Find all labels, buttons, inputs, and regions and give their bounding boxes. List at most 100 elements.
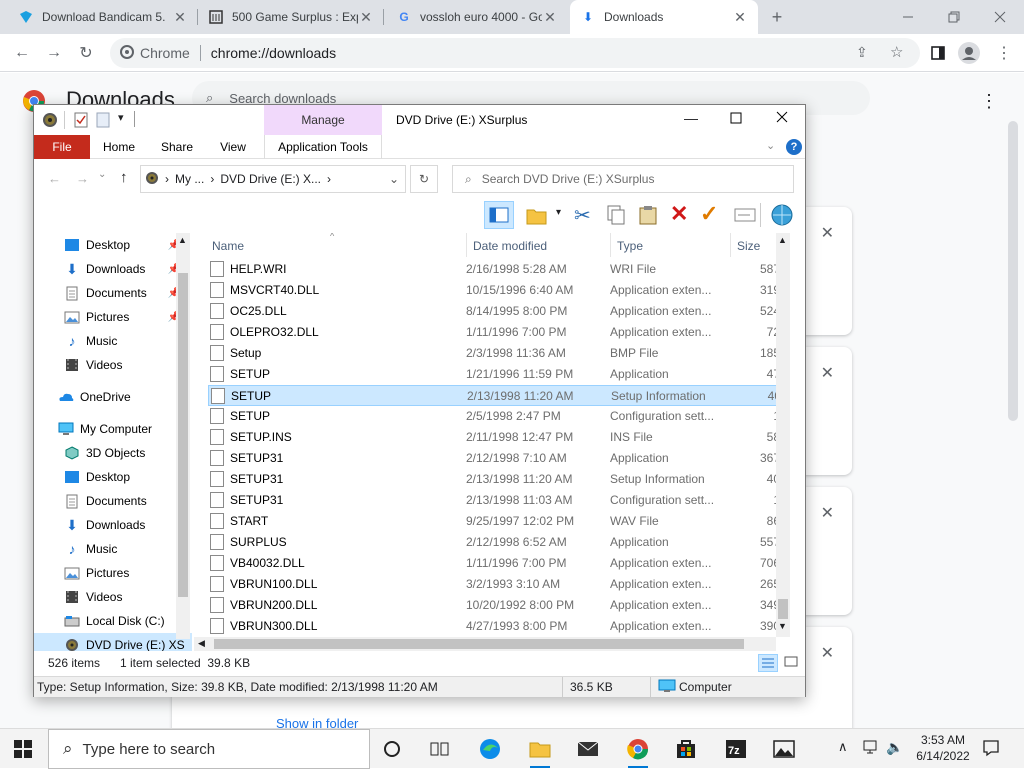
table-row[interactable]: MSVCRT40.DLL 10/15/1996 6:40 AM Applicatio… — [208, 280, 788, 301]
volume-icon[interactable]: 🔈 — [886, 739, 903, 756]
scroll-left-icon[interactable]: ◀ — [198, 638, 205, 649]
back-button[interactable]: ← — [8, 39, 36, 67]
notification-icon[interactable] — [982, 739, 1000, 760]
restore-button[interactable] — [931, 0, 977, 34]
nav-item-onedrive[interactable]: OneDrive — [34, 385, 192, 409]
nav-item-dvd-drive[interactable]: DVD Drive (E:) XS — [34, 633, 192, 651]
table-row[interactable]: VBRUN100.DLL 3/2/1993 3:10 AM Application … — [208, 574, 788, 595]
nav-item-desktop[interactable]: Desktop 📌 — [34, 233, 192, 257]
back-button[interactable]: ← — [48, 171, 61, 186]
customize-qat-icon[interactable]: ▾ — [118, 111, 124, 124]
table-row[interactable]: HELP.WRI 2/16/1998 5:28 AM WRI File 587 — [208, 259, 788, 280]
tab-google-search[interactable]: G vossloh euro 4000 - Go ✕ — [386, 0, 568, 34]
tab-application-tools[interactable]: Application Tools — [264, 135, 382, 159]
nav-item-downloads[interactable]: ⬇ Downloads 📌 — [34, 257, 192, 281]
refresh-button[interactable]: ↻ — [410, 165, 438, 193]
scroll-up-icon[interactable]: ▲ — [778, 235, 787, 245]
table-row[interactable]: SETUP 1/21/1996 11:59 PM Application 47 — [208, 364, 788, 385]
clock[interactable]: 3:53 AM 6/14/2022 — [908, 732, 978, 764]
column-name[interactable]: Name — [212, 239, 244, 253]
file-scrollbar-thumb[interactable] — [778, 599, 788, 619]
table-row[interactable]: SETUP 2/13/1998 11:20 AM Setup Information… — [208, 385, 788, 406]
large-icons-view-icon[interactable] — [782, 654, 800, 672]
up-button[interactable]: ↑ — [120, 169, 128, 186]
tab-game-surplus[interactable]: 500 Game Surplus : Exp ✕ — [198, 0, 384, 34]
scroll-down-icon[interactable]: ▼ — [778, 621, 787, 631]
paste-icon[interactable] — [638, 205, 658, 228]
column-divider[interactable] — [730, 233, 731, 257]
maximize-button[interactable] — [730, 112, 742, 127]
cut-icon[interactable]: ✂ — [574, 203, 591, 228]
table-row[interactable]: SETUP.INS 2/11/1998 12:47 PM INS File 58 — [208, 427, 788, 448]
table-row[interactable]: VBRUN300.DLL 4/27/1993 8:00 PM Application… — [208, 616, 788, 637]
nav-item-3d-objects[interactable]: 3D Objects — [34, 441, 192, 465]
address-bar[interactable]: Chrome chrome://downloads ⇪ ☆ — [110, 38, 920, 68]
table-row[interactable]: SETUP 2/5/1998 2:47 PM Configuration sett.… — [208, 406, 788, 427]
nav-scrollbar-thumb[interactable] — [178, 273, 188, 597]
nav-item-pictures[interactable]: Pictures — [34, 561, 192, 585]
nav-item-documents[interactable]: Documents 📌 — [34, 281, 192, 305]
column-divider[interactable] — [466, 233, 467, 257]
table-row[interactable]: OLEPRO32.DLL 1/11/1996 7:00 PM Application… — [208, 322, 788, 343]
new-tab-button[interactable]: + — [764, 6, 790, 28]
nav-item-my-computer[interactable]: My Computer — [34, 417, 192, 441]
nav-item-documents[interactable]: Documents — [34, 489, 192, 513]
nav-item-videos[interactable]: Videos — [34, 353, 192, 377]
globe-icon[interactable] — [770, 203, 794, 230]
table-row[interactable]: SETUP31 2/12/1998 7:10 AM Application 367 — [208, 448, 788, 469]
share-icon[interactable]: ⇪ — [856, 44, 868, 61]
file-explorer-icon[interactable] — [522, 733, 558, 768]
column-size[interactable]: Size — [737, 239, 760, 253]
side-panel-button[interactable] — [924, 39, 952, 67]
nav-item-downloads[interactable]: ⬇ Downloads — [34, 513, 192, 537]
preview-pane-icon[interactable] — [484, 201, 514, 229]
column-date-modified[interactable]: Date modified — [473, 239, 547, 253]
new-folder-icon[interactable] — [96, 112, 110, 131]
checkmark-icon[interactable]: ✓ — [700, 201, 718, 227]
folder-options-icon[interactable] — [526, 205, 548, 228]
tab-bandicam[interactable]: Download Bandicam 5. ✕ — [8, 0, 198, 34]
table-row[interactable]: OC25.DLL 8/14/1995 8:00 PM Application ext… — [208, 301, 788, 322]
chevron-down-icon[interactable]: ▾ — [556, 207, 561, 218]
mail-icon[interactable] — [570, 733, 606, 765]
table-row[interactable]: Setup 2/3/1998 11:36 AM BMP File 185 — [208, 343, 788, 364]
help-icon[interactable]: ? — [786, 139, 802, 155]
tab-downloads[interactable]: ⬇ Downloads ✕ — [570, 0, 758, 34]
recent-locations-icon[interactable]: ⌄ — [98, 169, 106, 180]
task-view-icon[interactable] — [422, 733, 458, 765]
close-icon[interactable]: ✕ — [821, 223, 834, 243]
breadcrumb[interactable]: › My ... › DVD Drive (E:) X... › ⌄ — [140, 165, 406, 193]
chevron-down-icon[interactable]: ⌄ — [766, 139, 775, 152]
forward-button[interactable]: → — [76, 171, 89, 186]
column-divider[interactable] — [610, 233, 611, 257]
close-icon[interactable]: ✕ — [732, 9, 748, 26]
table-row[interactable]: START 9/25/1997 12:02 PM WAV File 86 — [208, 511, 788, 532]
chevron-down-icon[interactable]: ⌄ — [389, 172, 399, 186]
delete-icon[interactable]: ✕ — [670, 201, 688, 227]
menu-kebab-icon[interactable]: ⋮ — [990, 39, 1018, 67]
cortana-icon[interactable] — [374, 733, 410, 765]
close-window-button[interactable] — [977, 0, 1023, 34]
nav-item-videos[interactable]: Videos — [34, 585, 192, 609]
explorer-search-input[interactable]: ⌕ Search DVD Drive (E:) XSurplus — [452, 165, 794, 193]
horizontal-scrollbar-thumb[interactable] — [214, 639, 744, 649]
close-icon[interactable]: ✕ — [358, 9, 374, 26]
windows-start-icon[interactable] — [14, 740, 32, 761]
file-list-scrollbar[interactable]: ▲ ▼ — [776, 233, 790, 637]
tab-home[interactable]: Home — [92, 135, 146, 159]
nav-item-music[interactable]: ♪ Music — [34, 329, 192, 353]
nav-item-pictures[interactable]: Pictures 📌 — [34, 305, 192, 329]
nav-item-desktop[interactable]: Desktop — [34, 465, 192, 489]
column-type[interactable]: Type — [617, 239, 643, 253]
nav-scrollbar[interactable]: ▲ — [176, 233, 190, 639]
close-icon[interactable]: ✕ — [172, 9, 188, 26]
close-icon[interactable]: ✕ — [821, 503, 834, 523]
table-row[interactable]: VB40032.DLL 1/11/1996 7:00 PM Application … — [208, 553, 788, 574]
page-scrollbar[interactable] — [1008, 121, 1018, 421]
close-icon[interactable]: ✕ — [542, 9, 558, 26]
properties-icon[interactable] — [74, 112, 88, 131]
close-icon[interactable]: ✕ — [821, 363, 834, 383]
nav-item-music[interactable]: ♪ Music — [34, 537, 192, 561]
chrome-taskbar-icon[interactable] — [620, 733, 656, 768]
table-row[interactable]: SETUP31 2/13/1998 11:20 AM Setup Informati… — [208, 469, 788, 490]
